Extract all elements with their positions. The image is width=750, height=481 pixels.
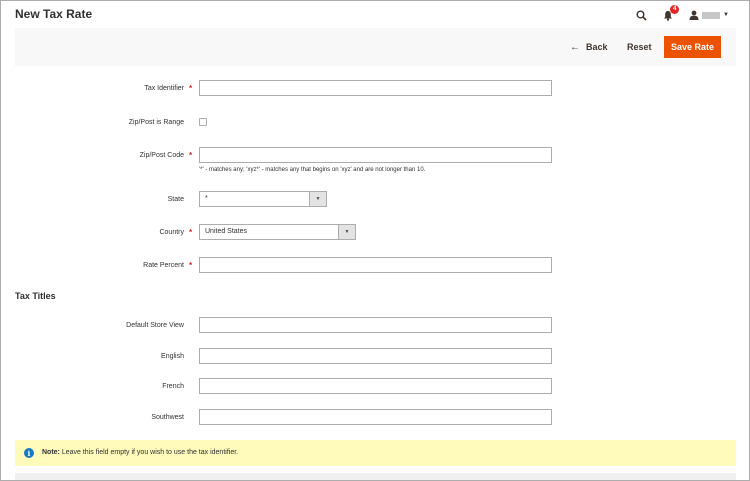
country-select[interactable]: United States ▼ [199, 224, 356, 240]
user-menu[interactable]: ▼ [689, 10, 729, 20]
tax-title-french-input[interactable] [199, 378, 552, 394]
user-icon [689, 10, 699, 20]
country-label: Country [159, 229, 184, 236]
user-name-placeholder [702, 11, 721, 19]
required-marker: * [189, 228, 193, 237]
page-frame: New Tax Rate 4 ▼ ← Back Reset Save Rate … [0, 0, 750, 481]
zip-code-label: Zip/Post Code [139, 152, 184, 159]
zip-code-input[interactable] [199, 147, 552, 163]
arrow-left-icon: ← [570, 41, 580, 53]
notifications-button[interactable]: 4 [663, 4, 680, 21]
chevron-down-icon: ▼ [723, 12, 729, 18]
zip-code-note: '*' - matches any; 'xyz*' - matches any … [199, 167, 426, 173]
footer-strip [15, 473, 736, 480]
chevron-down-icon: ▼ [315, 196, 321, 202]
state-label: State [167, 196, 184, 203]
header-actions: 4 ▼ [624, 4, 729, 23]
tax-title-english-input[interactable] [199, 348, 552, 364]
tax-titles-heading: Tax Titles [15, 291, 56, 301]
zip-is-range-checkbox[interactable] [199, 118, 207, 126]
country-dropdown-button[interactable]: ▼ [338, 225, 355, 239]
tax-title-southwest-input[interactable] [199, 409, 552, 425]
zip-is-range-label: Zip/Post is Range [128, 119, 184, 126]
country-selected-value: United States [205, 228, 248, 235]
tax-title-label: English [161, 353, 184, 360]
search-icon[interactable] [636, 10, 647, 21]
rate-percent-label: Rate Percent [143, 262, 184, 269]
note-body: Leave this field empty if you wish to us… [61, 449, 239, 456]
tax-title-label: Default Store View [126, 322, 184, 329]
tax-identifier-label: Tax Identifier [144, 85, 184, 92]
note-text: Note: Leave this field empty if you wish… [42, 449, 238, 456]
notification-count-badge: 4 [670, 4, 680, 14]
tax-title-label: Southwest [151, 414, 184, 421]
note-message: i Note: Leave this field empty if you wi… [15, 440, 736, 466]
required-marker: * [189, 84, 193, 93]
chevron-down-icon: ▼ [344, 229, 350, 235]
state-select[interactable]: * ▼ [199, 191, 327, 207]
tax-title-default-store-view-input[interactable] [199, 317, 552, 333]
info-icon: i [24, 448, 34, 458]
page-actions-bar: ← Back Reset Save Rate [15, 28, 736, 66]
tax-title-label: French [162, 383, 184, 390]
note-label: Note: [42, 449, 60, 456]
tax-identifier-input[interactable] [199, 80, 552, 96]
back-button[interactable]: ← Back [570, 42, 608, 52]
reset-button[interactable]: Reset [627, 42, 652, 52]
back-label: Back [586, 42, 608, 52]
state-selected-value: * [205, 195, 208, 202]
rate-percent-input[interactable] [199, 257, 552, 273]
page-title: New Tax Rate [15, 7, 93, 21]
state-dropdown-button[interactable]: ▼ [309, 192, 326, 206]
save-rate-button[interactable]: Save Rate [664, 36, 721, 58]
required-marker: * [189, 151, 193, 160]
required-marker: * [189, 261, 193, 270]
